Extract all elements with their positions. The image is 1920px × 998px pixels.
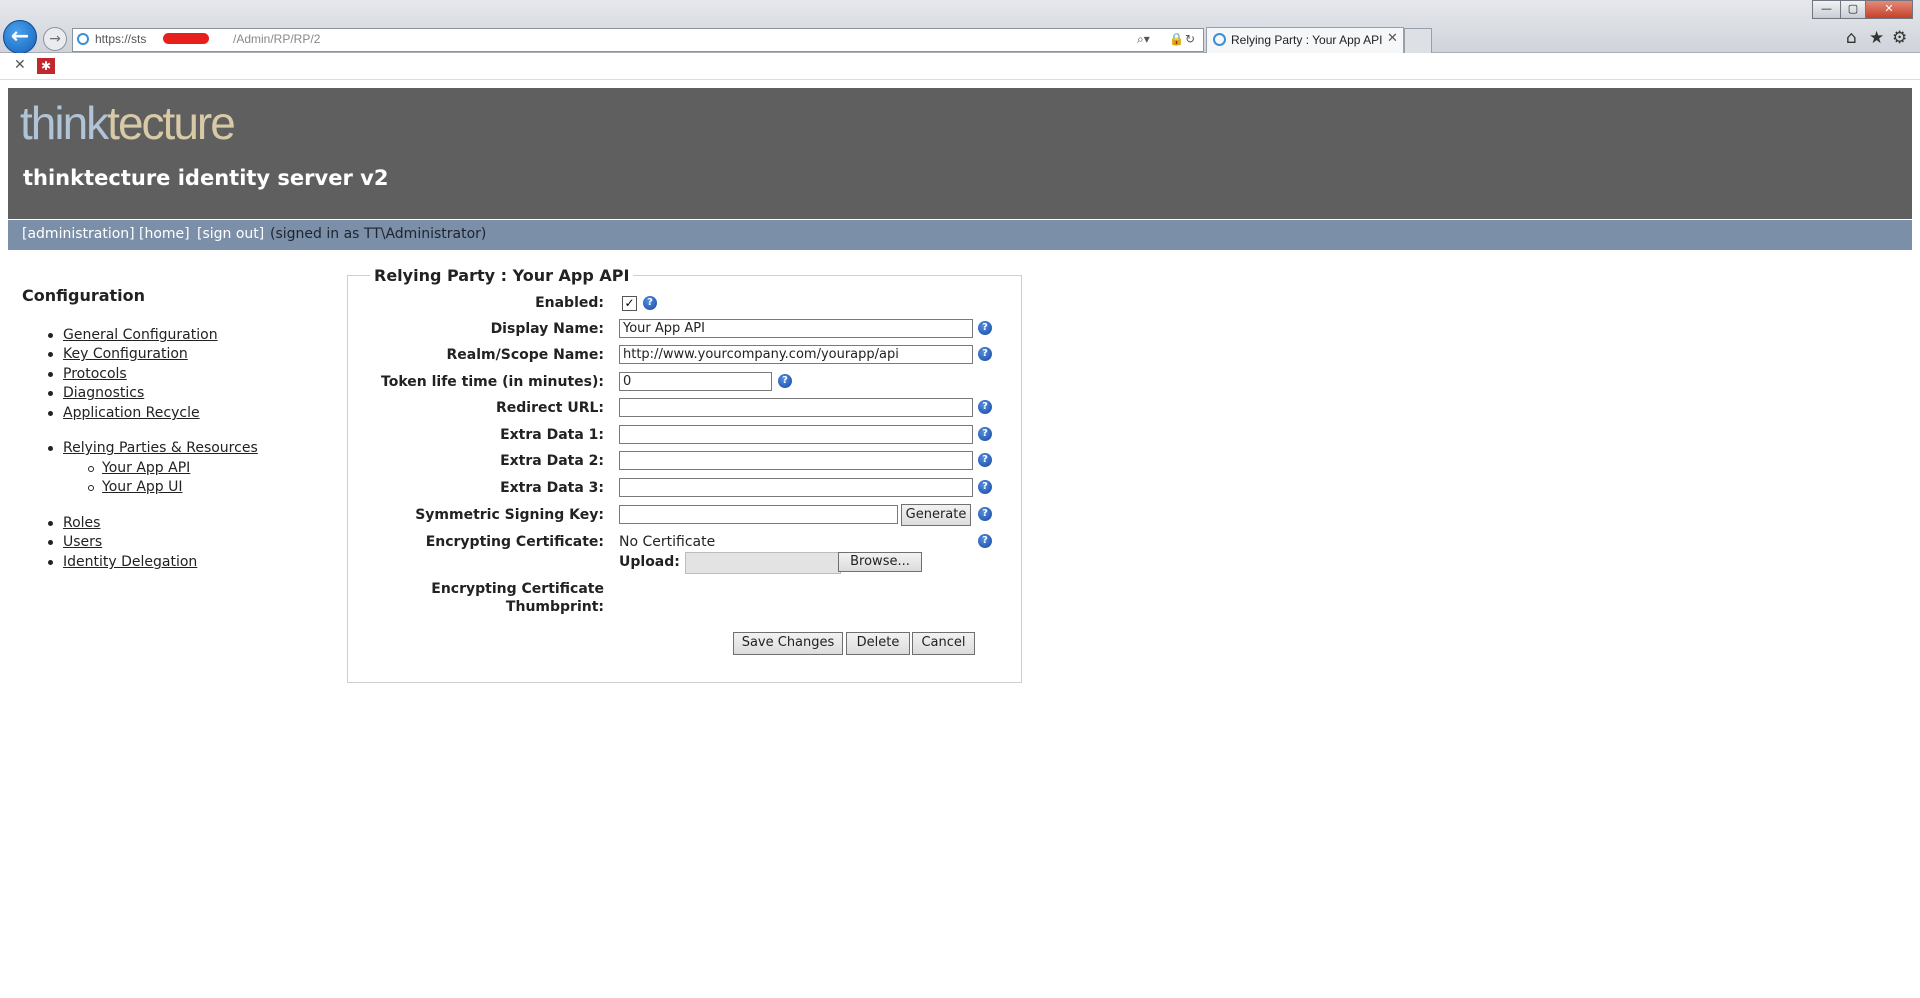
help-icon[interactable]: ? — [978, 427, 992, 441]
thinktecture-logo: thinktecture — [20, 96, 236, 150]
label-redirect-url: Redirect URL: — [495, 400, 604, 416]
nav-administration[interactable]: [administration] — [22, 226, 135, 242]
ie-tab-icon — [1213, 33, 1226, 46]
help-icon[interactable]: ? — [978, 321, 992, 335]
tab-close-icon[interactable]: ✕ — [1387, 31, 1398, 46]
sidebar-item-label: Protocols — [63, 366, 127, 382]
sidebar-item-label: Key Configuration — [63, 346, 188, 362]
display-name-input[interactable] — [619, 319, 973, 338]
realm-input[interactable] — [619, 345, 973, 364]
sidebar-subitem-your-app-ui[interactable]: Your App UI — [88, 479, 183, 495]
logo-tecture: tecture — [107, 97, 236, 149]
help-icon[interactable]: ? — [978, 347, 992, 361]
label-token-lifetime: Token life time (in minutes): — [381, 374, 604, 390]
delete-button[interactable]: Delete — [846, 632, 910, 655]
minimize-button[interactable]: — — [1812, 0, 1841, 19]
address-bar[interactable]: https://sts /Admin/RP/RP/2 ⌕▾ 🔒 ↻ — [72, 28, 1204, 52]
favorite-site-icon[interactable]: ✱ — [37, 58, 55, 74]
sidebar-item-key-configuration[interactable]: Key Configuration — [48, 346, 188, 362]
sidebar-item-relying-parties[interactable]: Relying Parties & Resources — [48, 440, 258, 456]
extra-data-1-input[interactable] — [619, 425, 973, 444]
back-button[interactable]: ← — [3, 20, 37, 54]
help-icon[interactable]: ? — [978, 534, 992, 548]
nav-sign-out[interactable]: [sign out] — [197, 226, 264, 242]
label-upload: Upload: — [619, 554, 680, 570]
sidebar-item-label: Application Recycle — [63, 405, 200, 421]
sidebar-item-label: Identity Delegation — [63, 554, 198, 570]
label-extra-data-2: Extra Data 2: — [500, 453, 604, 469]
help-icon[interactable]: ? — [978, 453, 992, 467]
sidebar-item-roles[interactable]: Roles — [48, 515, 101, 531]
file-upload-field[interactable] — [685, 552, 841, 574]
sidebar-title: Configuration — [22, 286, 146, 305]
new-tab-button[interactable] — [1404, 28, 1432, 53]
url-redaction — [163, 33, 209, 44]
save-changes-button[interactable]: Save Changes — [733, 632, 843, 655]
site-header: thinktecture thinktecture identity serve… — [8, 88, 1912, 219]
sidebar-item-label: Roles — [63, 515, 101, 531]
refresh-icon[interactable]: ↻ — [1185, 32, 1195, 46]
help-icon[interactable]: ? — [978, 480, 992, 494]
redirect-url-input[interactable] — [619, 398, 973, 417]
sidebar-item-diagnostics[interactable]: Diagnostics — [48, 385, 145, 401]
sidebar-item-label: Your App API — [102, 460, 191, 476]
home-icon[interactable]: ⌂ — [1846, 28, 1857, 48]
forward-arrow-icon: → — [49, 31, 61, 47]
sidebar-item-application-recycle[interactable]: Application Recycle — [48, 405, 200, 421]
extra-data-2-input[interactable] — [619, 451, 973, 470]
label-encrypting-certificate: Encrypting Certificate: — [425, 534, 604, 550]
symmetric-key-input[interactable] — [619, 505, 898, 524]
label-display-name: Display Name: — [490, 321, 604, 337]
label-symmetric-signing-key: Symmetric Signing Key: — [415, 507, 604, 523]
ie-page-icon — [77, 33, 89, 45]
browse-button[interactable]: Browse... — [838, 552, 922, 572]
label-thumbprint-line1: Encrypting Certificate — [431, 581, 604, 597]
sidebar-item-label: General Configuration — [63, 327, 218, 343]
sidebar-item-protocols[interactable]: Protocols — [48, 366, 127, 382]
tab-title: Relying Party : Your App API — [1231, 33, 1383, 47]
logo-think: think — [20, 97, 109, 149]
label-thumbprint-line2: Thumbprint: — [505, 599, 604, 615]
sidebar-item-label: Your App UI — [102, 479, 183, 495]
sidebar-subitem-your-app-api[interactable]: Your App API — [88, 460, 191, 476]
search-icon[interactable]: ⌕▾ — [1137, 32, 1150, 47]
browser-tab[interactable]: Relying Party : Your App API ✕ — [1206, 27, 1404, 53]
help-icon[interactable]: ? — [978, 507, 992, 521]
token-lifetime-input[interactable] — [619, 372, 772, 391]
help-icon[interactable]: ? — [778, 374, 792, 388]
forward-button[interactable]: → — [43, 27, 67, 51]
sidebar-item-identity-delegation[interactable]: Identity Delegation — [48, 554, 198, 570]
url-prefix: https://sts — [95, 32, 147, 46]
label-extra-data-3: Extra Data 3: — [500, 480, 604, 496]
back-arrow-icon: ← — [10, 24, 30, 49]
encrypting-certificate-value: No Certificate — [619, 534, 716, 550]
sidebar-item-users[interactable]: Users — [48, 534, 103, 550]
sidebar-item-general-configuration[interactable]: General Configuration — [48, 327, 218, 343]
help-icon[interactable]: ? — [643, 296, 657, 310]
cancel-button[interactable]: Cancel — [912, 632, 975, 655]
sidebar-item-label: Users — [63, 534, 103, 550]
label-enabled: Enabled: — [535, 295, 604, 311]
help-icon[interactable]: ? — [978, 400, 992, 414]
form-legend: Relying Party : Your App API — [370, 266, 634, 285]
sidebar-item-label: Relying Parties & Resources — [63, 440, 258, 456]
label-extra-data-1: Extra Data 1: — [500, 427, 604, 443]
nav-home[interactable]: [home] — [139, 226, 190, 242]
close-window-button[interactable]: ✕ — [1865, 0, 1913, 19]
extra-data-3-input[interactable] — [619, 478, 973, 497]
site-title: thinktecture identity server v2 — [23, 166, 389, 190]
star-icon[interactable]: ★ — [1869, 28, 1884, 48]
favorites-bar: ✕ ✱ — [0, 53, 1920, 80]
generate-button[interactable]: Generate — [901, 504, 971, 526]
gear-icon[interactable]: ⚙ — [1892, 28, 1907, 48]
label-realm-scope-name: Realm/Scope Name: — [446, 347, 604, 363]
url-path: /Admin/RP/RP/2 — [233, 32, 321, 46]
signed-in-status: (signed in as TT\Administrator) — [270, 226, 487, 242]
enabled-checkbox[interactable]: ✓ — [622, 296, 637, 311]
lock-icon[interactable]: 🔒 — [1169, 32, 1184, 46]
close-icon[interactable]: ✕ — [14, 57, 26, 73]
maximize-button[interactable]: ▢ — [1840, 0, 1866, 19]
sidebar-item-label: Diagnostics — [63, 385, 145, 401]
top-nav: [administration] [home] [sign out] (sign… — [8, 220, 1912, 250]
